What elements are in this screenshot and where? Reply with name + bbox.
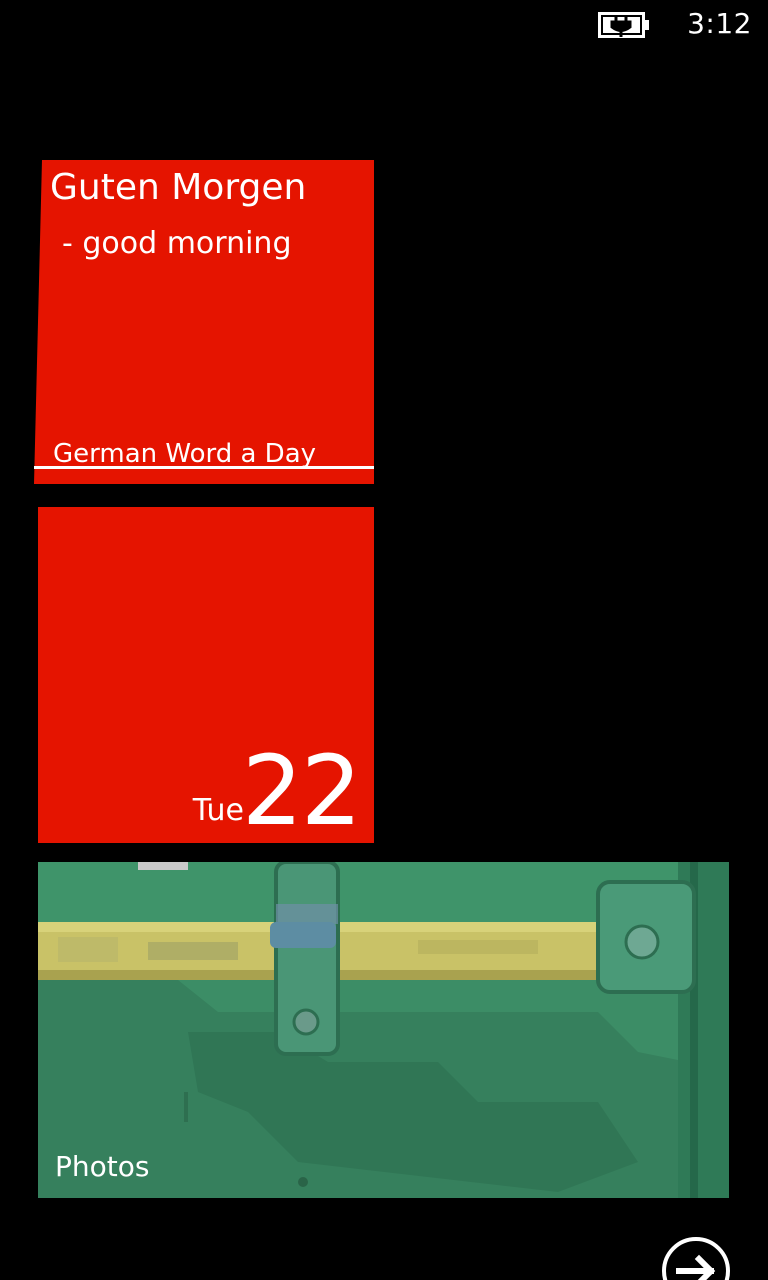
calendar-day: 22 <box>241 735 362 843</box>
tile-underline <box>34 466 374 469</box>
calendar-weekday: Tue <box>192 793 244 828</box>
status-bar: 3:12 <box>0 0 768 50</box>
arrow-right-circle-icon[interactable] <box>661 1236 731 1280</box>
start-screen: 3:12 Guten Morgen - good morning German … <box>0 0 768 1280</box>
clock: 3:12 <box>687 7 752 40</box>
tile-label-photos: Photos <box>55 1150 150 1183</box>
word-of-day-translation: - good morning <box>62 226 292 261</box>
word-of-day-german: Guten Morgen <box>50 167 307 208</box>
battery-charging-icon <box>598 12 649 38</box>
photo-image <box>38 862 729 1198</box>
tile-photos[interactable]: Photos <box>38 862 729 1198</box>
tile-calendar[interactable]: Tue 22 <box>38 507 374 843</box>
